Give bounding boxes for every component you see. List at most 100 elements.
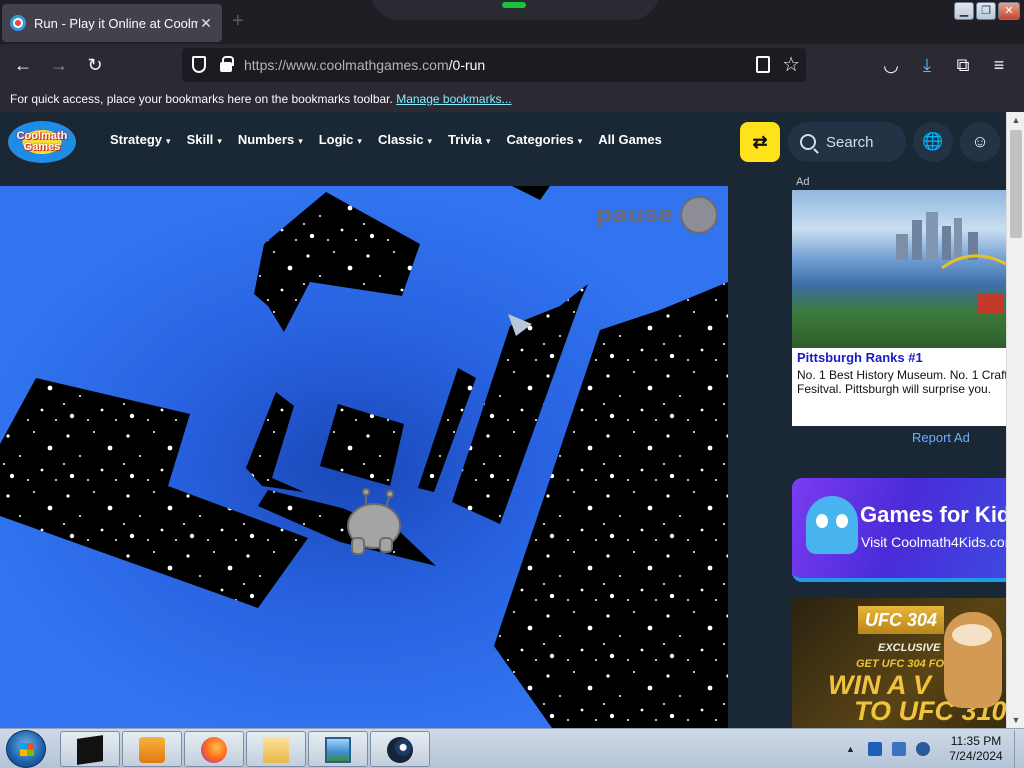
taskbar-photos[interactable] (308, 731, 368, 767)
ad-banner[interactable]: Pittsburgh Ranks #1 No. 1 Best History M… (792, 190, 1006, 426)
address-bar[interactable]: https://www.coolmathgames.com/0-run ☆ (182, 48, 806, 82)
ad-column: Ad Pittsburgh Ranks #1 No. 1 Best Histor… (792, 172, 1006, 728)
pause-label[interactable]: pause (596, 202, 674, 228)
windows-taskbar: ▲ 11:35 PM 7/24/2024 (0, 728, 1024, 768)
page-content: pause Ad Pittsburgh Ranks #1 No. 1 Best … (0, 172, 1006, 728)
menu-trivia[interactable]: Trivia ▾ (440, 132, 499, 147)
tab-strip: Run - Play it Online at Coolmat ✕ + ▁ ❐ … (0, 0, 1024, 44)
taskbar-firefox[interactable] (184, 731, 244, 767)
menu-categories[interactable]: Categories ▾ (499, 132, 591, 147)
taskbar-cube-app[interactable] (60, 731, 120, 767)
dog-mascot-icon (944, 612, 1002, 708)
taskbar-clock[interactable]: 11:35 PM 7/24/2024 (940, 734, 1012, 764)
promo-subtitle: Visit Coolmath4Kids.com (861, 534, 1006, 550)
octopus-mascot-icon (806, 496, 858, 554)
site-header: Coolmath Games Strategy ▾ Skill ▾ Numbers ▾… (0, 112, 1024, 172)
show-desktop-button[interactable] (1014, 730, 1024, 768)
network-icon[interactable] (892, 742, 906, 756)
menu-strategy[interactable]: Strategy ▾ (102, 132, 179, 147)
ufc-promo[interactable]: UFC 304 EXCLUSIVE GET UFC 304 FO WIN A V… (792, 598, 1006, 728)
promo-title: Games for Kids (860, 502, 1006, 527)
page-scrollbar[interactable]: ▲ ▼ (1006, 112, 1024, 728)
user-icon[interactable]: ☺ (960, 122, 1000, 162)
menu-logic[interactable]: Logic ▾ (311, 132, 370, 147)
menu-skill[interactable]: Skill ▾ (179, 132, 230, 147)
url-host: https://www.coolmathgames.com (244, 57, 449, 73)
reload-icon[interactable]: ↻ (82, 53, 108, 77)
pause-button[interactable] (680, 196, 718, 234)
steam-icon (387, 737, 413, 763)
game-canvas[interactable]: pause (0, 186, 728, 728)
report-ad-link[interactable]: Report Ad (912, 430, 970, 445)
minimize-button[interactable]: ▁ (954, 2, 974, 20)
menu-icon[interactable]: ≡ (986, 52, 1012, 78)
bookmarks-toolbar: For quick access, place your bookmarks h… (0, 86, 1024, 112)
menu-classic[interactable]: Classic ▾ (370, 132, 440, 147)
chevron-down-icon: ▾ (427, 136, 433, 146)
folder-icon (263, 737, 289, 763)
pocket-icon[interactable]: ◡ (878, 52, 904, 78)
tab-close-icon[interactable]: ✕ (198, 15, 214, 32)
download-icon[interactable]: ⤓ (914, 52, 940, 78)
desktop: Run - Play it Online at Coolmat ✕ + ▁ ❐ … (0, 0, 1024, 768)
ad-desc-line-2: Fesitval. Pittsburgh will surprise you. (797, 382, 992, 396)
ad-title[interactable]: Pittsburgh Ranks #1 (797, 350, 923, 365)
navigation-toolbar: ← → ↻ https://www.coolmathgames.com/0-ru… (0, 44, 1024, 86)
shuffle-icon[interactable]: ⇄ (740, 122, 780, 162)
menu-all-games[interactable]: All Games (590, 132, 670, 147)
firefox-icon (201, 737, 227, 763)
coolmath4kids-promo[interactable]: Games for Kids Visit Coolmath4Kids.com (792, 478, 1006, 582)
shield-icon[interactable] (192, 56, 206, 73)
grey-runner-icon (347, 488, 401, 555)
taskbar-steam[interactable] (370, 731, 430, 767)
game-scene (0, 186, 728, 728)
tray-expand-icon[interactable]: ▲ (846, 744, 860, 758)
scroll-up-icon[interactable]: ▲ (1007, 112, 1024, 128)
system-tray: ▲ 11:35 PM 7/24/2024 (842, 730, 1024, 768)
url-path: /0-run (448, 57, 486, 73)
ad-label: Ad (796, 176, 810, 188)
taskbar-media-player[interactable] (122, 731, 182, 767)
search-placeholder: Search (826, 133, 874, 151)
coolmath-logo[interactable]: Coolmath Games (8, 121, 76, 163)
clock-time: 11:35 PM (950, 734, 1002, 748)
tile-left-ring (246, 392, 304, 492)
tile-left (0, 378, 308, 608)
taskbar-explorer[interactable] (246, 731, 306, 767)
tile-center (320, 404, 404, 486)
extensions-icon[interactable]: ⧉ (950, 52, 976, 78)
chevron-down-icon: ▾ (485, 136, 491, 146)
tab-active[interactable]: Run - Play it Online at Coolmat ✕ (2, 4, 222, 42)
url-text[interactable]: https://www.coolmathgames.com/0-run (244, 57, 485, 73)
chevron-down-icon: ▾ (298, 136, 303, 146)
ad-description: No. 1 Best History Museum. No. 1 Craft F… (797, 368, 1006, 396)
clock-date: 7/24/2024 (949, 749, 1003, 763)
star-icon[interactable]: ☆ (782, 52, 800, 77)
reader-icon[interactable] (756, 56, 770, 73)
back-icon[interactable]: ← (10, 53, 36, 77)
tab-title: Run - Play it Online at Coolmat (34, 15, 198, 31)
scrollbar-thumb[interactable] (1010, 130, 1022, 238)
tile-top-cap (512, 186, 550, 200)
forward-icon[interactable]: → (46, 53, 72, 77)
close-window-button[interactable]: ✕ (998, 2, 1020, 20)
media-player-icon (139, 737, 165, 763)
cube-icon (77, 735, 103, 765)
manage-bookmarks-link[interactable]: Manage bookmarks... (396, 92, 511, 106)
lock-icon[interactable] (220, 56, 234, 72)
search-input[interactable]: Search (788, 122, 906, 162)
system-notch (370, 0, 660, 20)
restore-button[interactable]: ❐ (976, 2, 996, 20)
scroll-down-icon[interactable]: ▼ (1007, 712, 1024, 728)
main-menu: Strategy ▾ Skill ▾ Numbers ▾ Logic ▾ Classic… (102, 132, 670, 147)
globe-icon[interactable]: 🌐 (913, 122, 953, 162)
volume-icon[interactable] (916, 742, 930, 756)
logo-text-bottom: Games (23, 141, 61, 153)
bluetooth-icon[interactable] (868, 742, 882, 756)
city-skyline-image[interactable] (792, 190, 1006, 348)
menu-numbers[interactable]: Numbers ▾ (230, 132, 311, 147)
photo-viewer-icon (325, 737, 351, 763)
start-button[interactable] (6, 730, 46, 768)
ad-desc-line-1: No. 1 Best History Museum. No. 1 Craft (797, 368, 1006, 382)
new-tab-button[interactable]: + (232, 10, 244, 33)
